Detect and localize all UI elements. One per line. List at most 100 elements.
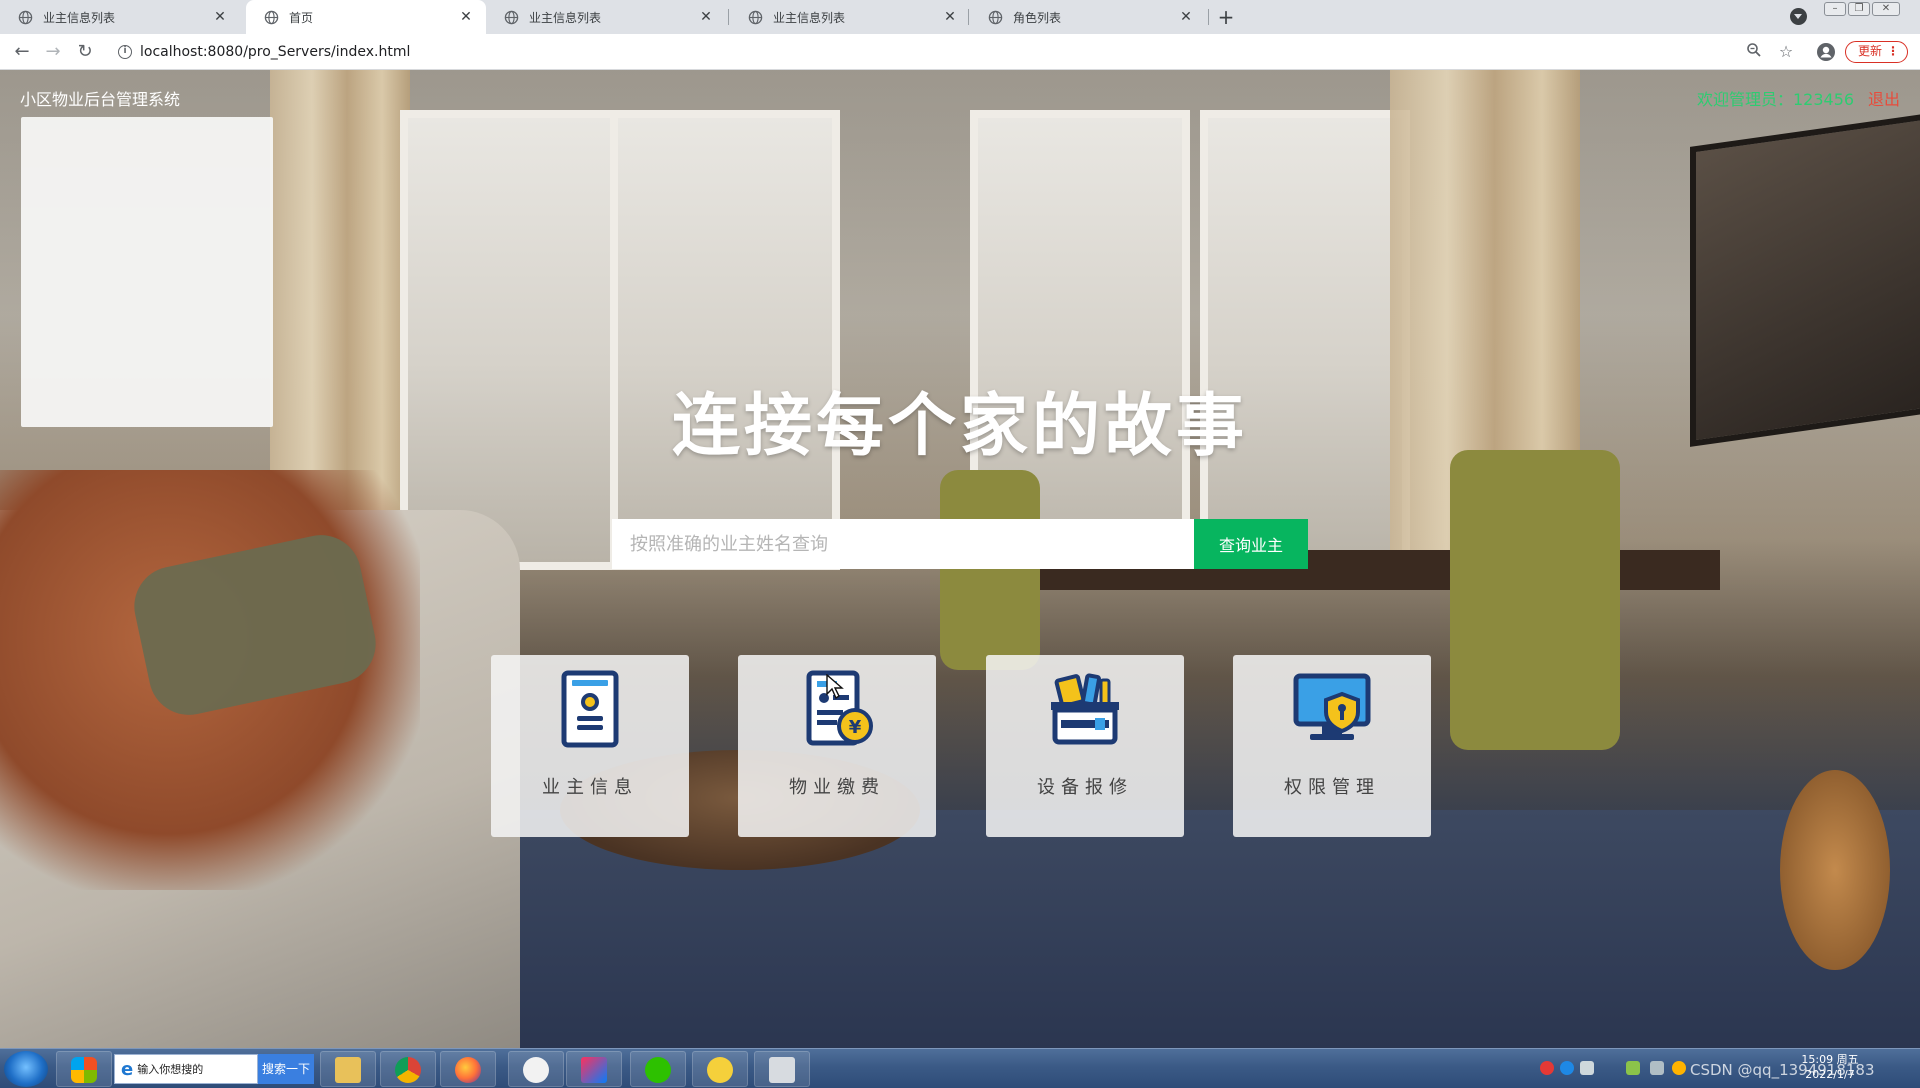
owner-search-input[interactable] [612, 519, 1194, 569]
chair [940, 470, 1040, 670]
wall-tv [1690, 113, 1920, 447]
taskbar-app-wechat[interactable] [630, 1051, 686, 1087]
globe-icon [748, 10, 763, 24]
taskbar-app-intellij[interactable] [566, 1051, 622, 1087]
close-icon[interactable]: ✕ [1178, 9, 1194, 25]
site-title: 小区物业后台管理系统 [20, 90, 181, 109]
browser-tab-4[interactable]: 业主信息列表 ✕ [730, 0, 970, 34]
browser-tab-2[interactable]: 首页 ✕ [246, 0, 486, 34]
window-pane [610, 110, 840, 570]
system-clock[interactable]: 15:09 周五 2022/1/7 [1790, 1052, 1870, 1082]
ie-logo-icon: e [121, 1058, 134, 1080]
close-icon[interactable]: ✕ [212, 9, 228, 25]
update-button[interactable]: 更新 ⋮ [1845, 41, 1908, 63]
taskbar-app-firefox[interactable] [440, 1051, 496, 1087]
restore-button[interactable]: ❐ [1848, 2, 1870, 16]
browser-tab-5[interactable]: 角色列表 ✕ [970, 0, 1206, 34]
wechat-icon [645, 1057, 671, 1083]
taskbar-app-generic[interactable] [508, 1051, 564, 1087]
help-icon[interactable] [1560, 1061, 1574, 1075]
guitar [1780, 770, 1890, 970]
url-text[interactable]: localhost:8080/pro_Servers/index.html [140, 44, 410, 60]
qq-icon[interactable] [1672, 1061, 1686, 1075]
battery-icon[interactable] [1626, 1061, 1640, 1075]
permission-lock-icon [1293, 673, 1371, 740]
tab-separator [1208, 9, 1209, 25]
zoom-icon[interactable] [1744, 42, 1764, 62]
app-circle-icon [523, 1057, 549, 1083]
new-tab-button[interactable]: + [1214, 0, 1238, 34]
owner-profile-icon [561, 670, 619, 748]
tab-title: 业主信息列表 [529, 10, 602, 25]
ie-search-text: 输入你想搜的 [137, 1063, 204, 1076]
browser-toolbar: ← → ↻ i localhost:8080/pro_Servers/index… [0, 34, 1920, 70]
bookmark-star-icon[interactable]: ☆ [1776, 42, 1796, 62]
chrome-icon [395, 1057, 421, 1083]
ie-search-box[interactable]: e 输入你想搜的 [114, 1054, 258, 1084]
search-owner-button[interactable]: 查询业主 [1194, 519, 1308, 569]
close-icon[interactable]: ✕ [698, 9, 714, 25]
os-taskbar: e 输入你想搜的 搜索一下 CSDN @qq_1394918183 15:09 … [0, 1048, 1920, 1088]
chair [1450, 450, 1620, 750]
tab-title: 首页 [289, 10, 314, 25]
browser-tab-1[interactable]: 业主信息列表 ✕ [0, 0, 240, 34]
tab-search-icon[interactable] [1790, 8, 1807, 25]
start-button[interactable] [4, 1051, 48, 1087]
clock-time: 15:09 周五 [1801, 1053, 1859, 1066]
logout-link[interactable]: 退出 [1868, 86, 1900, 110]
tab-separator [968, 9, 969, 25]
browser-tab-3[interactable]: 业主信息列表 ✕ [486, 0, 726, 34]
card-permission-management[interactable]: 权限管理 [1233, 655, 1431, 837]
tool-window-icon [769, 1057, 795, 1083]
window-pane [1200, 110, 1410, 570]
page-hero-background: 小区物业后台管理系统 欢迎管理员：123456 退出 连接每个家的故事 查询业主… [0, 70, 1920, 1048]
close-icon[interactable]: ✕ [942, 9, 958, 25]
taskbar-app-windows[interactable] [56, 1051, 112, 1087]
globe-icon [264, 10, 279, 24]
taskbar-app-chrome[interactable] [380, 1051, 436, 1087]
welcome-text: 欢迎管理员：123456 [1697, 90, 1855, 109]
mouse-cursor-icon [826, 674, 844, 700]
globe-icon [504, 10, 519, 24]
windows-logo-icon [71, 1057, 97, 1083]
tab-title: 业主信息列表 [773, 10, 846, 25]
ie-search-button[interactable]: 搜索一下 [258, 1054, 314, 1084]
sticky-notes-icon [707, 1057, 733, 1083]
tab-separator [728, 9, 729, 25]
reload-icon[interactable]: ↻ [73, 40, 97, 64]
card-equipment-repair[interactable]: 设备报修 [986, 655, 1184, 837]
address-bar[interactable]: i localhost:8080/pro_Servers/index.html [110, 38, 1765, 66]
back-arrow-icon[interactable]: ← [10, 40, 34, 64]
card-label: 设备报修 [1037, 777, 1133, 798]
settings-tray-icon[interactable] [1580, 1061, 1594, 1075]
card-label: 物业缴费 [789, 777, 885, 798]
close-icon[interactable]: ✕ [458, 9, 474, 25]
intellij-icon [581, 1057, 607, 1083]
minimize-button[interactable]: – [1824, 2, 1846, 16]
tab-title: 角色列表 [1013, 10, 1062, 25]
update-label: 更新 [1858, 44, 1883, 58]
hero-title: 连接每个家的故事 [671, 387, 1248, 466]
sogou-ime-icon[interactable] [1540, 1061, 1554, 1075]
taskbar-app-notes[interactable] [692, 1051, 748, 1087]
repair-toolbox-icon [1051, 673, 1119, 745]
taskbar-app-explorer[interactable] [320, 1051, 376, 1087]
card-label: 业主信息 [542, 777, 638, 798]
card-owner-info[interactable]: 业主信息 [491, 655, 689, 837]
globe-icon [988, 10, 1003, 24]
profile-avatar-icon[interactable] [1816, 42, 1836, 62]
info-icon[interactable]: i [118, 45, 132, 59]
globe-icon [18, 10, 33, 24]
window-close-button[interactable]: ✕ [1872, 2, 1900, 16]
clock-date: 2022/1/7 [1805, 1068, 1855, 1081]
card-label: 权限管理 [1284, 777, 1380, 798]
folder-icon [335, 1057, 361, 1083]
forward-arrow-icon[interactable]: → [41, 40, 65, 64]
side-panel [21, 117, 273, 427]
browser-tab-strip: 业主信息列表 ✕ 首页 ✕ 业主信息列表 ✕ 业主信息列表 ✕ 角色列表 ✕ +… [0, 0, 1920, 34]
firefox-icon [455, 1057, 481, 1083]
tray-expand-icon[interactable] [1650, 1061, 1664, 1075]
tab-title: 业主信息列表 [43, 10, 116, 25]
svg-text:¥: ¥ [849, 717, 862, 738]
taskbar-app-tool[interactable] [754, 1051, 810, 1087]
